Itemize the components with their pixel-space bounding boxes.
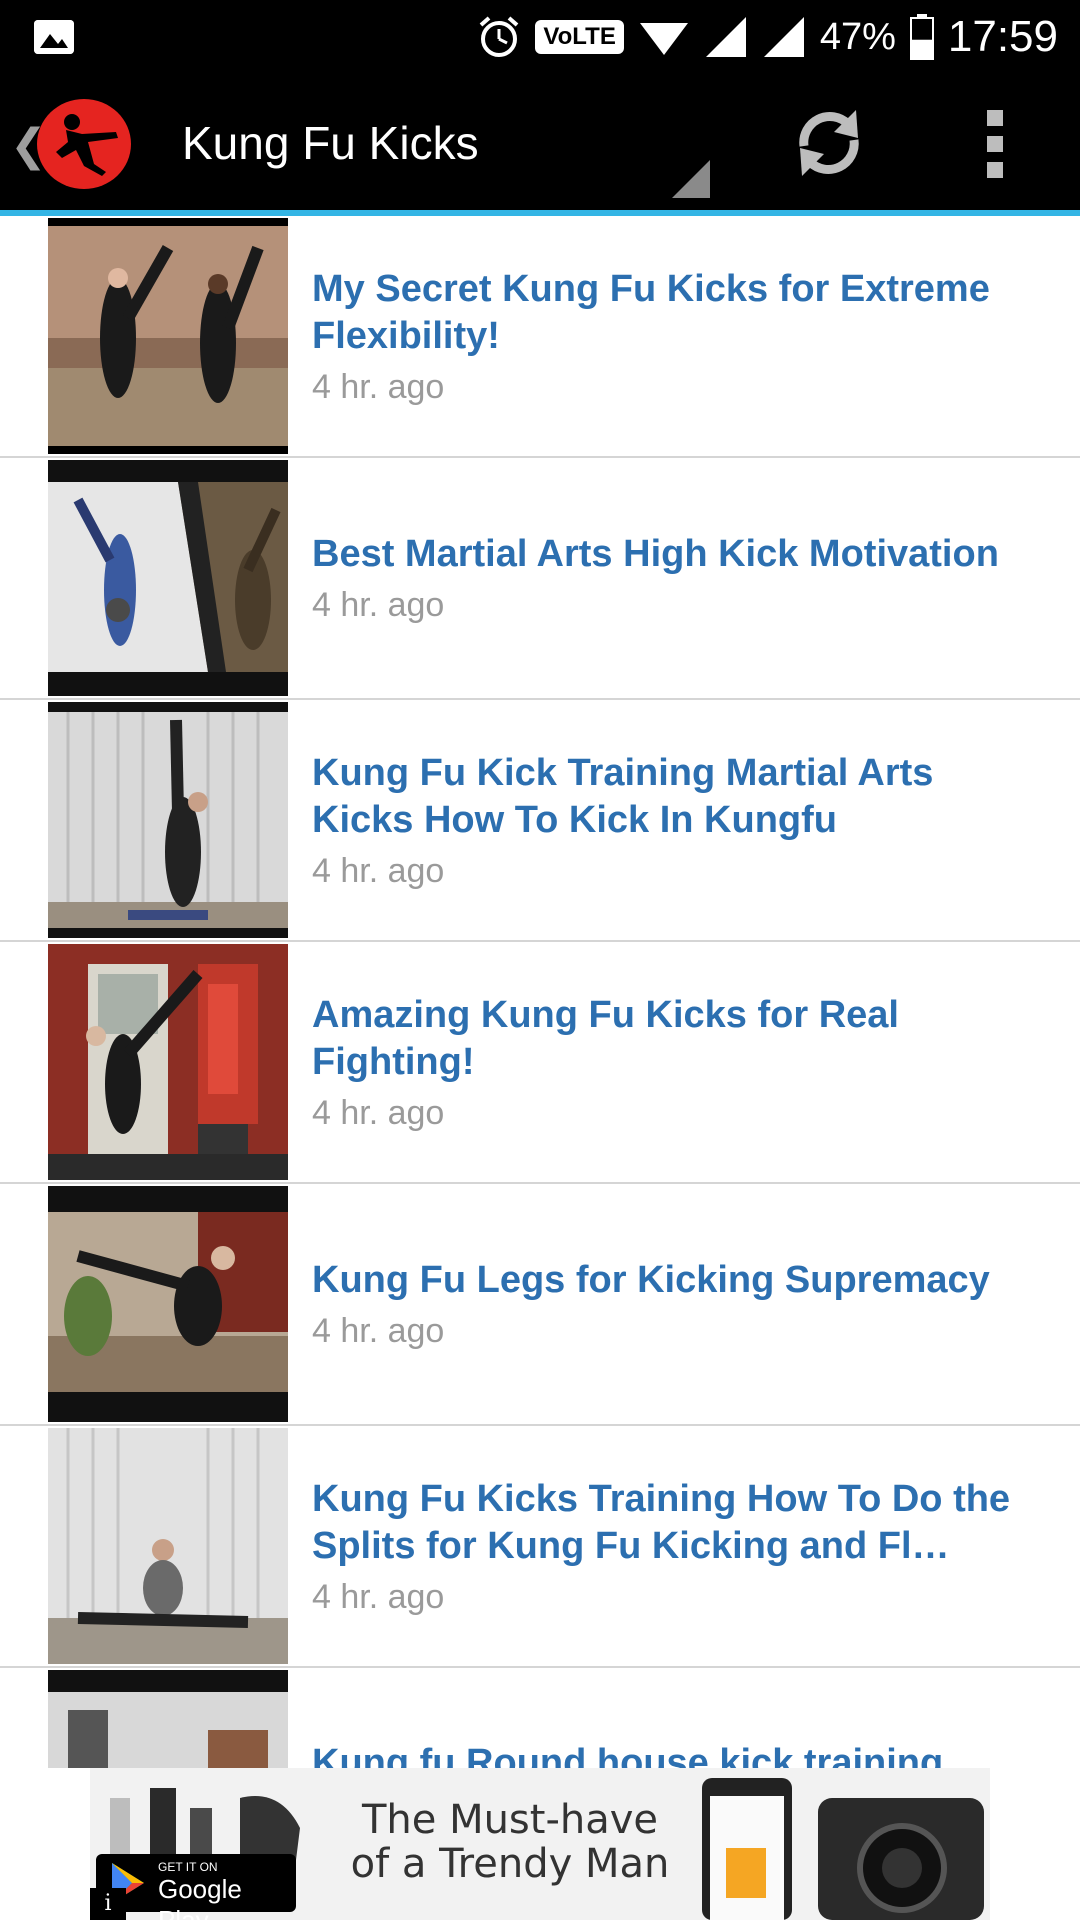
video-info: Kung Fu Kick Training Martial Arts Kicks…: [312, 700, 1042, 940]
ad-headline: The Must-have of a Trendy Man: [350, 1797, 670, 1887]
video-title[interactable]: Kung Fu Kick Training Martial Arts Kicks…: [312, 750, 1042, 844]
video-time: 4 hr. ago: [312, 1577, 445, 1616]
status-bar: VoLTE 47% 17:59: [0, 0, 1080, 74]
video-info: Kung fu Round house kick training: [312, 1668, 1042, 1768]
battery-icon: [909, 14, 934, 60]
app-screen: VoLTE 47% 17:59 ❮ Kung Fu Kicks My Secre…: [0, 0, 1080, 1920]
video-title[interactable]: Kung Fu Legs for Kicking Supremacy: [312, 1257, 1042, 1304]
video-info: Best Martial Arts High Kick Motivation 4…: [312, 458, 1042, 698]
video-title[interactable]: Kung fu Round house kick training: [312, 1740, 1042, 1768]
video-thumbnail[interactable]: [48, 702, 288, 938]
video-title[interactable]: My Secret Kung Fu Kicks for Extreme Flex…: [312, 266, 1042, 360]
video-title[interactable]: Best Martial Arts High Kick Motivation: [312, 531, 1042, 578]
video-time: 4 hr. ago: [312, 851, 445, 890]
video-time: 4 hr. ago: [312, 586, 445, 624]
overflow-menu-icon: [987, 110, 1003, 178]
action-bar: ❮ Kung Fu Kicks: [0, 74, 1080, 210]
wifi-icon: [639, 23, 688, 55]
app-logo-icon[interactable]: [36, 98, 132, 190]
video-list[interactable]: My Secret Kung Fu Kicks for Extreme Flex…: [0, 216, 1080, 1768]
video-list-item[interactable]: My Secret Kung Fu Kicks for Extreme Flex…: [0, 216, 1080, 458]
alarm-icon: [480, 16, 519, 57]
gallery-notification-icon: [34, 20, 74, 54]
google-play-badge[interactable]: GET IT ON Google Play: [96, 1854, 296, 1920]
spinner-triangle-icon[interactable]: [672, 160, 710, 198]
video-list-item[interactable]: Kung Fu Kicks Training How To Do the Spl…: [0, 1426, 1080, 1668]
video-list-item[interactable]: Kung Fu Kick Training Martial Arts Kicks…: [0, 700, 1080, 942]
video-title[interactable]: Amazing Kung Fu Kicks for Real Fighting!: [312, 992, 1042, 1086]
video-info: Kung Fu Kicks Training How To Do the Spl…: [312, 1426, 1042, 1666]
ad-info-icon[interactable]: i: [90, 1888, 126, 1920]
video-info: Amazing Kung Fu Kicks for Real Fighting!…: [312, 942, 1042, 1182]
google-play-small-label: GET IT ON: [158, 1860, 218, 1874]
video-title[interactable]: Kung Fu Kicks Training How To Do the Spl…: [312, 1476, 1042, 1570]
ad-banner[interactable]: The Must-have of a Trendy Man GET IT ON …: [90, 1768, 990, 1920]
video-list-item[interactable]: Kung fu Round house kick training: [0, 1668, 1080, 1768]
signal-icon: [705, 17, 746, 57]
google-play-label: Google Play: [158, 1874, 242, 1920]
video-info: Kung Fu Legs for Kicking Supremacy 4 hr.…: [312, 1184, 1042, 1424]
video-thumbnail[interactable]: [48, 460, 288, 696]
video-thumbnail[interactable]: [48, 218, 288, 454]
clock: 17:59: [947, 12, 1058, 61]
video-thumbnail[interactable]: [48, 1670, 288, 1768]
page-title: Kung Fu Kicks: [182, 117, 479, 169]
overflow-menu-button[interactable]: [976, 104, 1016, 184]
video-thumbnail[interactable]: [48, 944, 288, 1180]
video-list-item[interactable]: Amazing Kung Fu Kicks for Real Fighting!…: [0, 942, 1080, 1184]
refresh-icon: [799, 110, 859, 176]
video-time: 4 hr. ago: [312, 1312, 445, 1350]
volte-badge: VoLTE: [535, 20, 624, 54]
video-info: My Secret Kung Fu Kicks for Extreme Flex…: [312, 216, 1042, 456]
signal-icon-2: [763, 17, 804, 57]
video-thumbnail[interactable]: [48, 1428, 288, 1664]
video-time: 4 hr. ago: [312, 367, 445, 406]
refresh-button[interactable]: [786, 100, 872, 186]
video-time: 4 hr. ago: [312, 1093, 445, 1132]
ad-products-image: [690, 1768, 990, 1920]
video-list-item[interactable]: Kung Fu Legs for Kicking Supremacy 4 hr.…: [0, 1184, 1080, 1426]
battery-percent: 47%: [819, 15, 896, 58]
video-thumbnail[interactable]: [48, 1186, 288, 1422]
status-icons: VoLTE 47% 17:59: [477, 0, 1058, 74]
video-list-item[interactable]: Best Martial Arts High Kick Motivation 4…: [0, 458, 1080, 700]
